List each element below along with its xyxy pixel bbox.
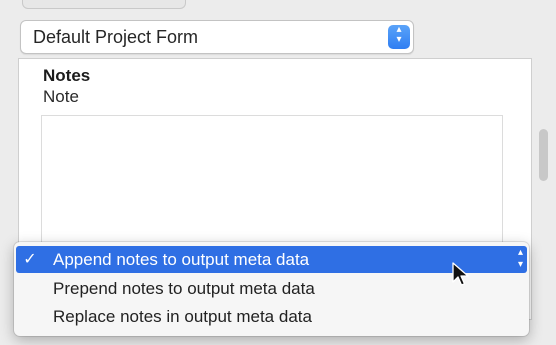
- menu-item-replace-notes[interactable]: Replace notes in output meta data: [16, 303, 527, 330]
- project-form-label: Default Project Form: [33, 27, 199, 47]
- menu-item-append-notes[interactable]: ✓ Append notes to output meta data ▴ ▾: [16, 246, 527, 273]
- mouse-pointer-icon: [452, 262, 469, 286]
- updown-chevron-icon[interactable]: ▴ ▾: [388, 25, 410, 49]
- menu-item-label: Prepend notes to output meta data: [53, 279, 315, 298]
- tab-bar-remnant: [22, 0, 186, 9]
- vertical-scrollbar-thumb[interactable]: [539, 129, 548, 181]
- note-text-area[interactable]: [41, 115, 503, 251]
- menu-item-label: Append notes to output meta data: [53, 250, 310, 269]
- menu-item-prepend-notes[interactable]: Prepend notes to output meta data: [16, 275, 527, 302]
- notes-mode-menu: ✓ Append notes to output meta data ▴ ▾ Pr…: [14, 242, 529, 336]
- updown-chevron-icon: ▴ ▾: [517, 247, 523, 270]
- note-field-label: Note: [43, 87, 79, 106]
- checkmark-icon: ✓: [23, 251, 37, 268]
- menu-item-label: Replace notes in output meta data: [53, 307, 312, 326]
- project-form-popup[interactable]: Default Project Form ▴ ▾: [20, 20, 414, 54]
- notes-section-title: Notes: [43, 66, 91, 85]
